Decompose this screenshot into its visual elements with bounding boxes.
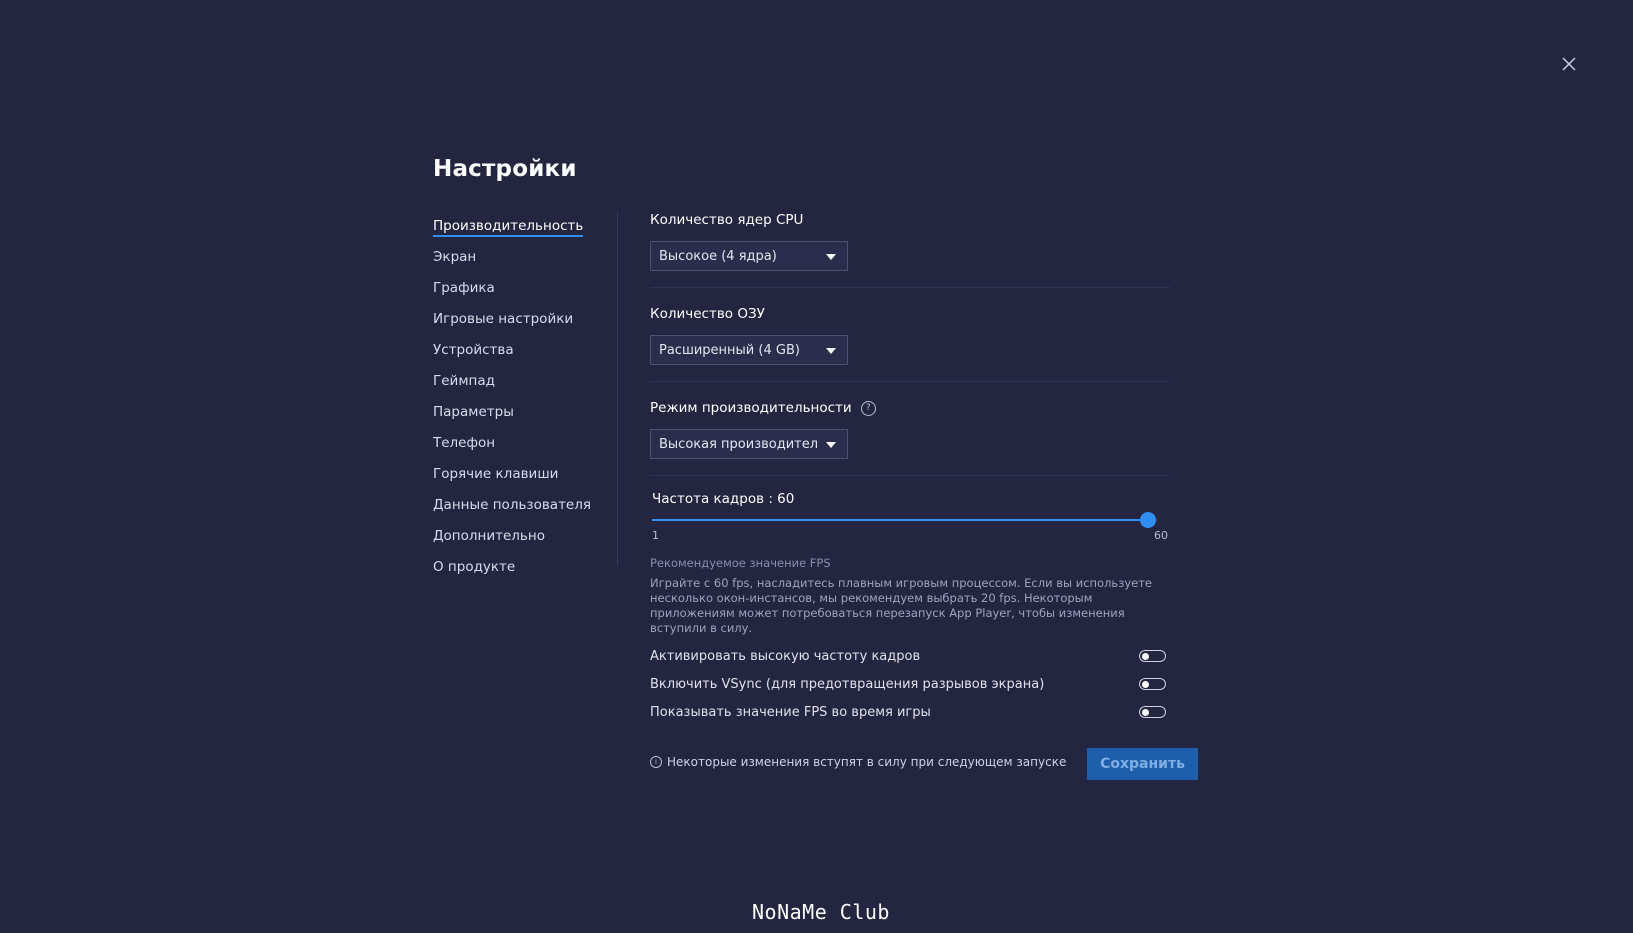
toggle-label: Активировать высокую частоту кадров	[650, 648, 921, 664]
sidebar-item-label: Горячие клавиши	[433, 466, 559, 482]
cpu-select-value: Высокое (4 ядра)	[659, 248, 777, 264]
sidebar-item-graphics[interactable]: Графика	[433, 273, 613, 304]
sidebar-item-parameters[interactable]: Параметры	[433, 397, 613, 428]
sidebar-item-label: Геймпад	[433, 373, 495, 389]
close-button[interactable]	[1559, 54, 1579, 74]
performance-panel: Количество ядер CPU Высокое (4 ядра) Кол…	[650, 210, 1170, 726]
sidebar-item-user-data[interactable]: Данные пользователя	[433, 490, 613, 521]
sidebar-item-game-settings[interactable]: Игровые настройки	[433, 304, 613, 335]
chevron-down-icon	[826, 254, 836, 260]
sidebar-item-gamepad[interactable]: Геймпад	[433, 366, 613, 397]
performance-mode-label: Режим производительности ?	[650, 398, 1170, 419]
sidebar-item-label: Данные пользователя	[433, 497, 591, 513]
sidebar-item-label: Экран	[433, 249, 477, 265]
toggle-knob	[1142, 652, 1149, 660]
fps-label: Частота кадров : 60	[652, 491, 795, 507]
performance-mode-label-text: Режим производительности	[650, 400, 852, 416]
fps-slider-fill	[652, 519, 1148, 521]
fps-max-label: 60	[1154, 529, 1168, 542]
save-button[interactable]: Сохранить	[1087, 748, 1198, 780]
watermark-logo: NoNaMe Club	[752, 900, 890, 924]
show-fps-toggle[interactable]	[1139, 706, 1166, 718]
sidebar-item-performance[interactable]: Производительность	[433, 211, 613, 242]
sidebar-item-label: Производительность	[433, 218, 584, 237]
performance-mode-select[interactable]: Высокая производительность	[650, 429, 848, 459]
fps-recommend-text: Играйте с 60 fps, насладитесь плавным иг…	[650, 576, 1152, 635]
sidebar-item-label: Игровые настройки	[433, 311, 574, 327]
toggle-label: Включить VSync (для предотвращения разры…	[650, 676, 1045, 692]
toggle-label: Показывать значение FPS во время игры	[650, 704, 931, 720]
info-icon: i	[650, 756, 662, 768]
fps-slider-labels: 1 60	[650, 529, 1170, 542]
cpu-label: Количество ядер CPU	[650, 212, 804, 228]
toggle-list: Активировать высокую частоту кадров Вклю…	[650, 642, 1170, 726]
sidebar-item-about[interactable]: О продукте	[433, 552, 613, 583]
restart-note: i Некоторые изменения вступят в силу при…	[650, 755, 1066, 769]
fps-slider[interactable]	[650, 511, 1170, 528]
toggle-row-show-fps: Показывать значение FPS во время игры	[650, 698, 1170, 726]
toggle-knob	[1142, 708, 1149, 716]
sidebar-item-phone[interactable]: Телефон	[433, 428, 613, 459]
fps-slider-thumb[interactable]	[1140, 512, 1156, 528]
vsync-toggle[interactable]	[1139, 678, 1166, 690]
sidebar-item-advanced[interactable]: Дополнительно	[433, 521, 613, 552]
sidebar-item-hotkeys[interactable]: Горячие клавиши	[433, 459, 613, 490]
fps-recommend-title: Рекомендуемое значение FPS	[650, 556, 831, 570]
sidebar-item-label: О продукте	[433, 559, 516, 575]
cpu-select[interactable]: Высокое (4 ядра)	[650, 241, 848, 271]
help-icon[interactable]: ?	[860, 401, 876, 416]
sidebar-item-label: Устройства	[433, 342, 514, 358]
sidebar-item-label: Параметры	[433, 404, 514, 420]
ram-select-value: Расширенный (4 GB)	[659, 342, 800, 358]
sidebar-divider	[617, 211, 618, 566]
ram-select[interactable]: Расширенный (4 GB)	[650, 335, 848, 365]
sidebar-item-label: Дополнительно	[433, 528, 545, 544]
close-icon	[1562, 57, 1576, 71]
sidebar-item-label: Телефон	[433, 435, 496, 451]
chevron-down-icon	[826, 442, 836, 448]
toggle-row-high-fps: Активировать высокую частоту кадров	[650, 642, 1170, 670]
sidebar-item-screen[interactable]: Экран	[433, 242, 613, 273]
restart-note-text: Некоторые изменения вступят в силу при с…	[667, 755, 1067, 769]
ram-label: Количество ОЗУ	[650, 306, 765, 322]
page-title: Настройки	[433, 156, 577, 182]
sidebar-item-label: Графика	[433, 280, 495, 296]
toggle-knob	[1142, 680, 1149, 688]
sidebar-item-devices[interactable]: Устройства	[433, 335, 613, 366]
chevron-down-icon	[826, 348, 836, 354]
fps-min-label: 1	[652, 529, 659, 542]
section-divider	[650, 381, 1170, 382]
toggle-row-vsync: Включить VSync (для предотвращения разры…	[650, 670, 1170, 698]
performance-mode-select-value: Высокая производительность	[659, 436, 819, 452]
high-fps-toggle[interactable]	[1139, 650, 1166, 662]
section-divider	[650, 287, 1170, 288]
section-divider	[650, 475, 1170, 476]
settings-sidebar: Производительность Экран Графика Игровые…	[433, 211, 613, 583]
